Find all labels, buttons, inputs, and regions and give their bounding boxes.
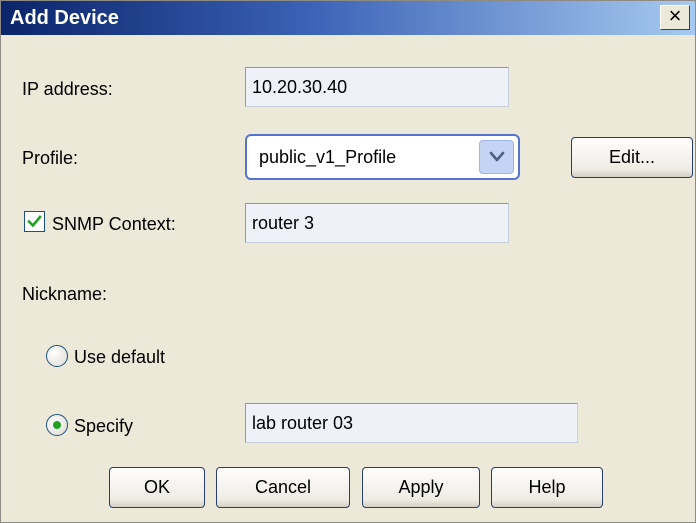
snmp-context-checkbox[interactable] [24,211,45,232]
snmp-context-label: SNMP Context: [52,214,176,234]
help-button[interactable]: Help [491,467,603,508]
use-default-label: Use default [74,347,166,367]
nickname-input[interactable] [245,403,578,443]
close-button[interactable]: × [660,5,690,30]
dialog-title: Add Device [10,7,119,29]
snmp-context-input[interactable] [245,203,509,243]
ok-button[interactable]: OK [109,467,205,508]
specify-radio[interactable] [46,414,68,436]
profile-label: Profile: [22,148,79,168]
close-icon: × [668,3,682,28]
ip-address-label: IP address: [22,79,113,99]
profile-select[interactable]: public_v1_Profile [245,134,520,180]
radio-selected-dot [53,421,61,429]
checkmark-icon [27,215,42,228]
title-bar[interactable]: Add Device × [1,1,695,35]
cancel-button[interactable]: Cancel [216,467,350,508]
specify-label: Specify [74,416,134,436]
ip-address-input[interactable] [245,67,509,107]
chevron-down-icon[interactable] [479,140,514,174]
add-device-dialog: Add Device × IP address: Profile: public… [0,0,696,523]
apply-button[interactable]: Apply [362,467,480,508]
edit-button[interactable]: Edit... [571,137,693,178]
profile-selected-value: public_v1_Profile [259,147,397,167]
nickname-label: Nickname: [22,284,108,304]
use-default-radio[interactable] [46,345,68,367]
